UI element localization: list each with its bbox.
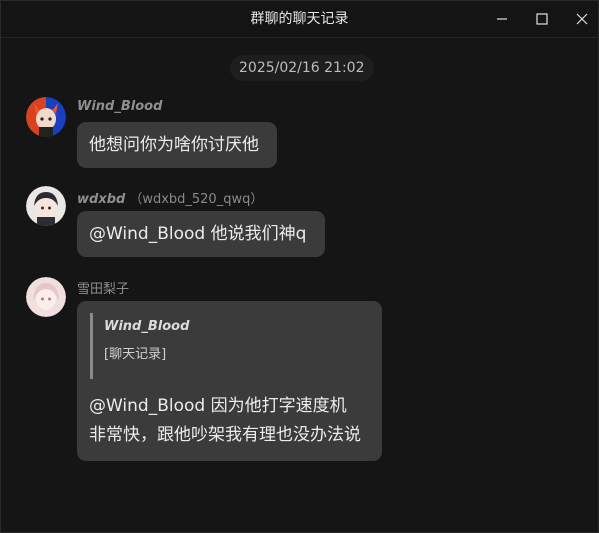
avatar-icon	[26, 97, 66, 137]
message-bubble[interactable]: 他想问你为啥你讨厌他	[77, 122, 277, 168]
chat-history-window: 群聊的聊天记录 2025/02/16 21:02 Wind_Blood 他想问你…	[0, 0, 599, 533]
quoted-message[interactable]: Wind_Blood [聊天记录]	[90, 313, 370, 379]
message-text: @Wind_Blood 因为他打字速度机 非常快，跟他吵架我有理也没办法说	[89, 392, 370, 450]
message-text: 他想问你为啥你讨厌他	[89, 135, 259, 155]
close-button[interactable]	[560, 1, 599, 37]
sender-name: Wind_Blood	[77, 99, 162, 114]
sender-name: wdxbd （wdxbd_520_qwq）	[77, 188, 263, 207]
avatar[interactable]	[26, 97, 66, 137]
minimize-button[interactable]	[480, 1, 524, 37]
sender-account: （wdxbd_520_qwq）	[129, 192, 264, 207]
sender-nick: wdxbd	[77, 192, 126, 207]
maximize-icon	[536, 13, 548, 25]
message-line: @Wind_Blood 因为他打字速度机	[89, 396, 347, 416]
sender-nick: 雪田梨子	[77, 282, 130, 297]
quoted-text: [聊天记录]	[104, 347, 167, 362]
chat-content[interactable]: 2025/02/16 21:02 Wind_Blood 他想问你为啥你讨厌他 w…	[1, 38, 598, 532]
message-line: 非常快，跟他吵架我有理也没办法说	[89, 425, 361, 445]
title-bar: 群聊的聊天记录	[1, 1, 598, 38]
timestamp-badge: 2025/02/16 21:02	[230, 55, 374, 81]
close-icon	[576, 13, 588, 25]
maximize-button[interactable]	[520, 1, 564, 37]
avatar-icon	[26, 277, 66, 317]
sender-nick: Wind_Blood	[77, 99, 163, 114]
sender-name: 雪田梨子	[77, 278, 129, 297]
quoted-sender: Wind_Blood	[104, 319, 190, 334]
avatar[interactable]	[26, 186, 66, 226]
minimize-icon	[497, 18, 507, 20]
message-bubble[interactable]: @Wind_Blood 他说我们神q	[77, 211, 325, 257]
message-text: @Wind_Blood 他说我们神q	[89, 224, 307, 244]
message-bubble[interactable]: Wind_Blood [聊天记录] @Wind_Blood 因为他打字速度机 非…	[77, 301, 382, 461]
avatar[interactable]	[26, 277, 66, 317]
avatar-icon	[26, 186, 66, 226]
